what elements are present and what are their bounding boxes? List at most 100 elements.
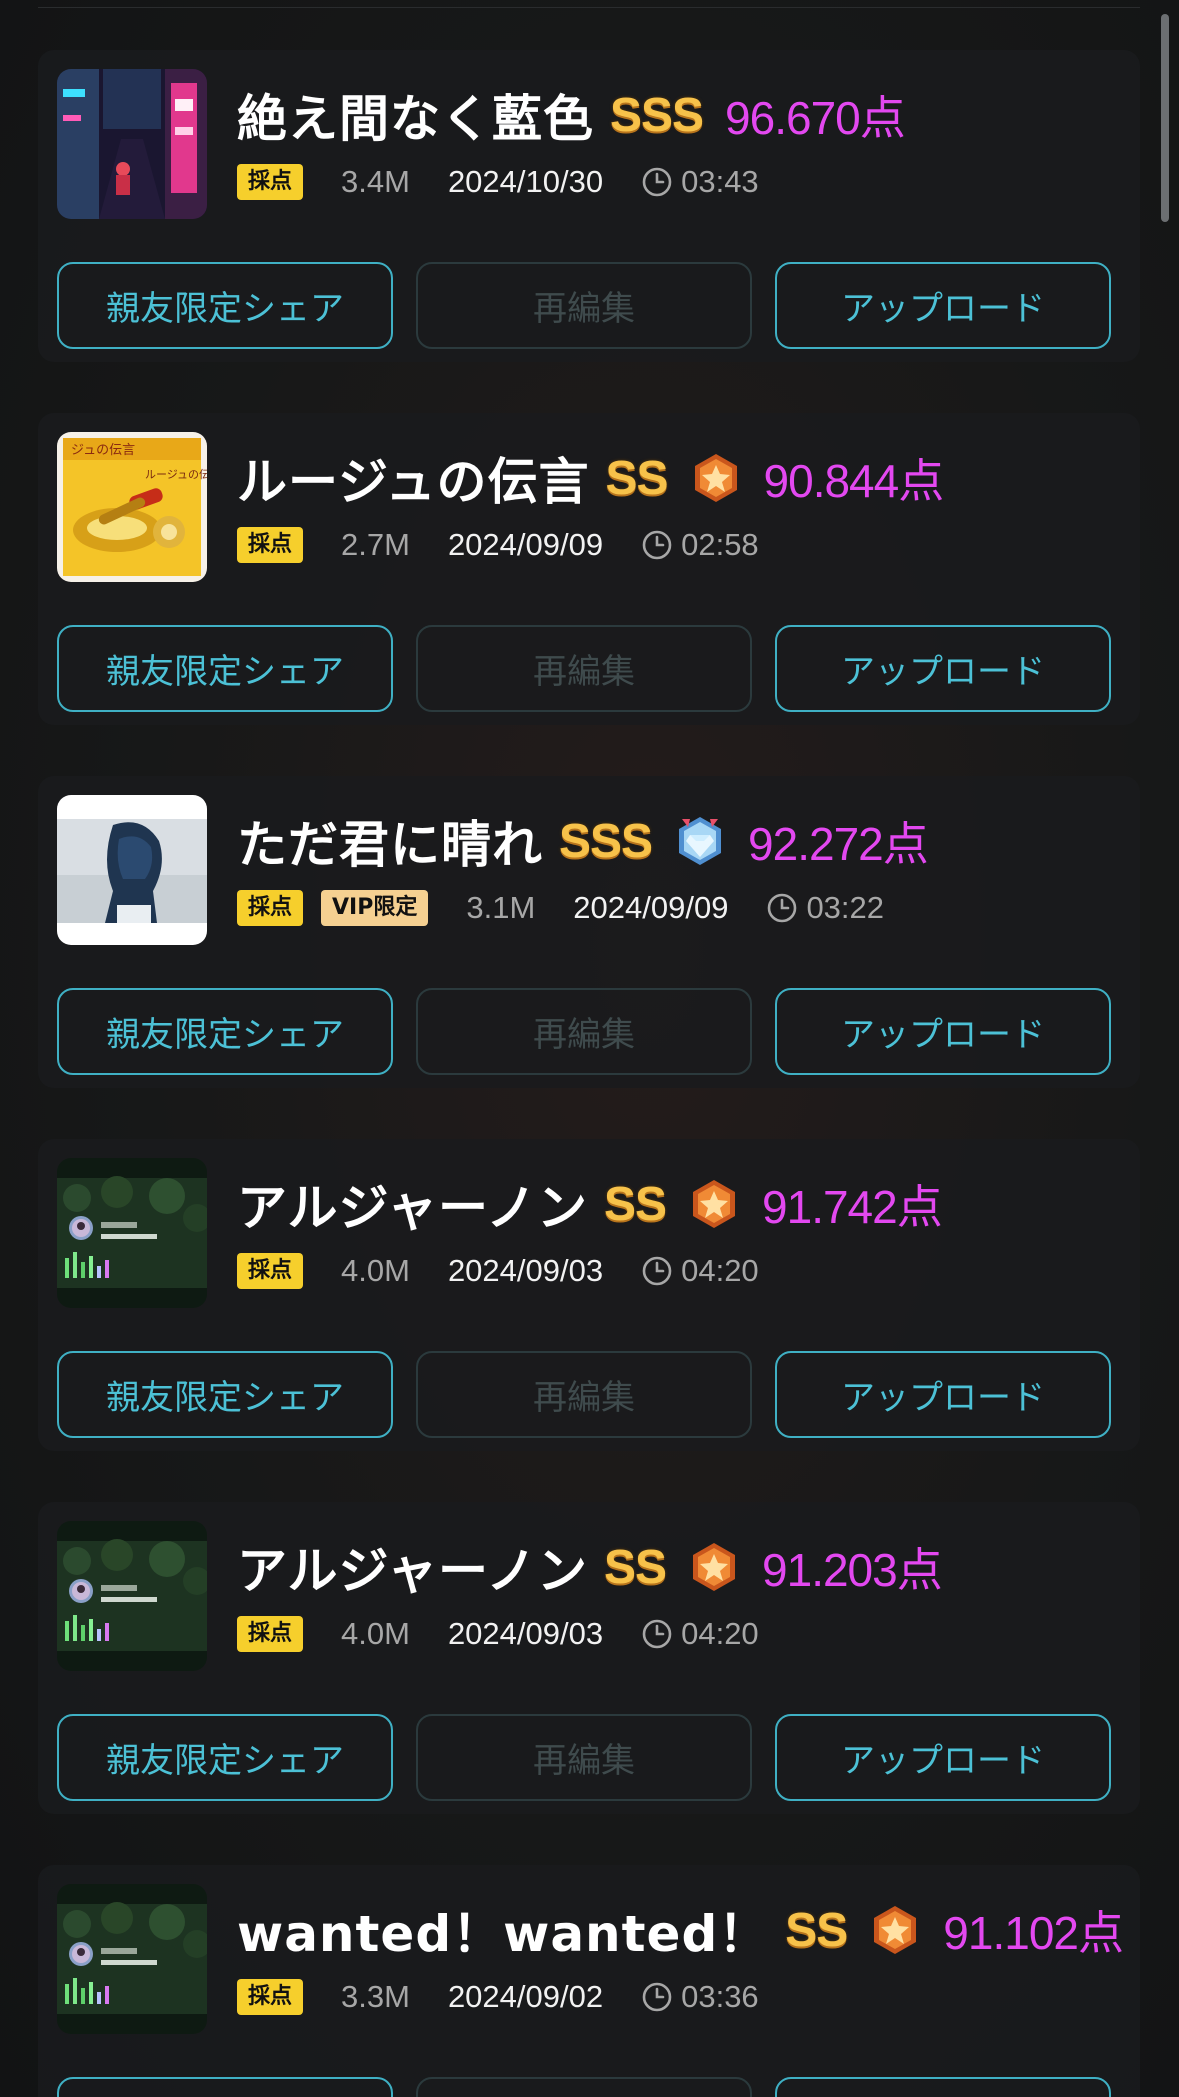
re-edit-button[interactable]: 再編集 (416, 2077, 752, 2097)
score-unit: 点 (896, 1181, 943, 1233)
duration: 02:58 (681, 527, 759, 562)
song-title: wanted！wanted！ (237, 1905, 770, 1963)
duration: 03:22 (806, 890, 885, 925)
scoring-badge: 採点 (237, 1253, 304, 1289)
score-unit: 点 (882, 818, 929, 870)
song-title: ただ君に晴れ (237, 816, 543, 874)
vip-badge: VIP限定 (321, 890, 429, 926)
bronze-medal-icon (690, 452, 742, 504)
upload-button[interactable]: アップロード (775, 1351, 1111, 1438)
score: 96.670点 (725, 82, 906, 148)
re-edit-button[interactable]: 再編集 (416, 1714, 752, 1801)
rank-label: SS (605, 451, 669, 505)
clock-icon (641, 1255, 673, 1287)
song-title: 絶え間なく藍色 (237, 90, 594, 148)
re-edit-button[interactable]: 再編集 (416, 625, 752, 712)
score-value: 91.102 (943, 1907, 1079, 1959)
duration: 04:20 (681, 1253, 759, 1288)
upload-button[interactable]: アップロード (775, 625, 1111, 712)
forest-video-icon[interactable] (57, 1521, 207, 1671)
score: 90.844点 (763, 445, 945, 511)
share-friends-button[interactable]: 親友限定シェア (57, 1714, 393, 1801)
recording-card[interactable]: ただ君に晴れ SSS 92.272点 採点 VIP限定 3.1M 2024/09/… (38, 776, 1140, 1088)
bronze-medal-icon (869, 1904, 921, 1956)
scoring-badge: 採点 (237, 1616, 304, 1652)
clock-icon (641, 1981, 673, 2013)
share-friends-button[interactable]: 親友限定シェア (57, 988, 393, 1075)
recording-date: 2024/09/09 (573, 890, 729, 925)
file-size: 4.0M (341, 1616, 410, 1651)
recording-list-screen: 絶え間なく藍色 SSS 96.670点 採点 3.4M 2024/10/30 0… (0, 0, 1179, 2097)
upload-button[interactable]: アップロード (775, 262, 1111, 349)
duration: 03:43 (681, 164, 759, 199)
upload-button[interactable]: アップロード (775, 2077, 1111, 2097)
rank-label: SSS (559, 814, 653, 868)
forest-video-icon[interactable] (57, 1884, 207, 2034)
song-title: アルジャーノン (237, 1542, 588, 1600)
file-size: 3.1M (466, 890, 536, 925)
score-unit: 点 (896, 1544, 943, 1596)
score-value: 90.844 (763, 455, 900, 507)
diamond-medal-icon (674, 815, 726, 867)
svg-text:ルージュの伝言: ルージュの伝言 (145, 468, 207, 481)
bronze-medal-icon (688, 1541, 740, 1593)
score: 91.742点 (762, 1171, 943, 1237)
scoring-badge: 採点 (237, 527, 304, 563)
forest-video-icon[interactable] (57, 1158, 207, 1308)
recording-card[interactable]: 絶え間なく藍色 SSS 96.670点 採点 3.4M 2024/10/30 0… (38, 50, 1140, 362)
share-friends-button[interactable]: 親友限定シェア (57, 2077, 393, 2097)
rank-label: SS (785, 1903, 848, 1957)
recording-card[interactable]: アルジャーノン SS 91.203点 採点 4.0M 2024/09/03 04… (38, 1502, 1140, 1814)
re-edit-button[interactable]: 再編集 (416, 988, 752, 1075)
recording-date: 2024/09/03 (447, 1616, 604, 1651)
album-cover-icon[interactable]: ジュの伝言 ルージュの伝言 (57, 432, 207, 582)
recording-card[interactable]: アルジャーノン SS 91.742点 採点 4.0M 2024/09/03 04… (38, 1139, 1140, 1451)
re-edit-button[interactable]: 再編集 (416, 262, 752, 349)
duration: 04:20 (681, 1616, 759, 1651)
recording-date: 2024/09/02 (447, 1979, 604, 2014)
rank-label: SS (604, 1540, 667, 1594)
recording-card[interactable]: ジュの伝言 ルージュの伝言 ルージュの伝言 SS 90.844点 採点 2.7M… (38, 413, 1140, 725)
score-value: 92.272 (748, 818, 884, 870)
scoring-badge: 採点 (237, 164, 304, 200)
file-size: 2.7M (341, 527, 410, 562)
score-unit: 点 (859, 92, 906, 144)
recording-date: 2024/09/03 (447, 1253, 604, 1288)
neon-alley-icon[interactable] (57, 69, 207, 219)
scoring-badge: 採点 (237, 1979, 304, 2015)
file-size: 4.0M (341, 1253, 410, 1288)
recording-date: 2024/09/09 (447, 527, 604, 562)
clock-icon (766, 892, 798, 924)
score-value: 91.742 (762, 1181, 898, 1233)
recording-date: 2024/10/30 (447, 164, 604, 199)
song-title: アルジャーノン (237, 1179, 588, 1237)
clock-icon (641, 1618, 673, 1650)
re-edit-button[interactable]: 再編集 (416, 1351, 752, 1438)
rank-label: SS (604, 1177, 667, 1231)
upload-button[interactable]: アップロード (775, 1714, 1111, 1801)
scrollbar[interactable] (1161, 14, 1169, 222)
score-value: 96.670 (725, 92, 861, 144)
clock-icon (641, 529, 673, 561)
bronze-medal-icon (688, 1178, 740, 1230)
score: 91.203点 (762, 1534, 943, 1600)
score: 91.102点 (943, 1897, 1124, 1963)
score: 92.272点 (748, 808, 929, 874)
rank-label: SSS (610, 88, 704, 142)
hooded-girl-icon[interactable] (57, 795, 207, 945)
divider (38, 7, 1140, 8)
score-unit: 点 (1078, 1907, 1124, 1959)
upload-button[interactable]: アップロード (775, 988, 1111, 1075)
duration: 03:36 (681, 1979, 759, 2014)
share-friends-button[interactable]: 親友限定シェア (57, 625, 393, 712)
score-value: 91.203 (762, 1544, 898, 1596)
svg-text:ジュの伝言: ジュの伝言 (71, 443, 135, 458)
file-size: 3.4M (341, 164, 410, 199)
recording-card[interactable]: wanted！wanted！ SS 91.102点 採点 3.3M 2024/0… (38, 1865, 1140, 2097)
song-title: ルージュの伝言 (237, 453, 590, 511)
share-friends-button[interactable]: 親友限定シェア (57, 262, 393, 349)
share-friends-button[interactable]: 親友限定シェア (57, 1351, 393, 1438)
scoring-badge: 採点 (237, 890, 304, 926)
clock-icon (641, 166, 673, 198)
score-unit: 点 (898, 455, 944, 507)
